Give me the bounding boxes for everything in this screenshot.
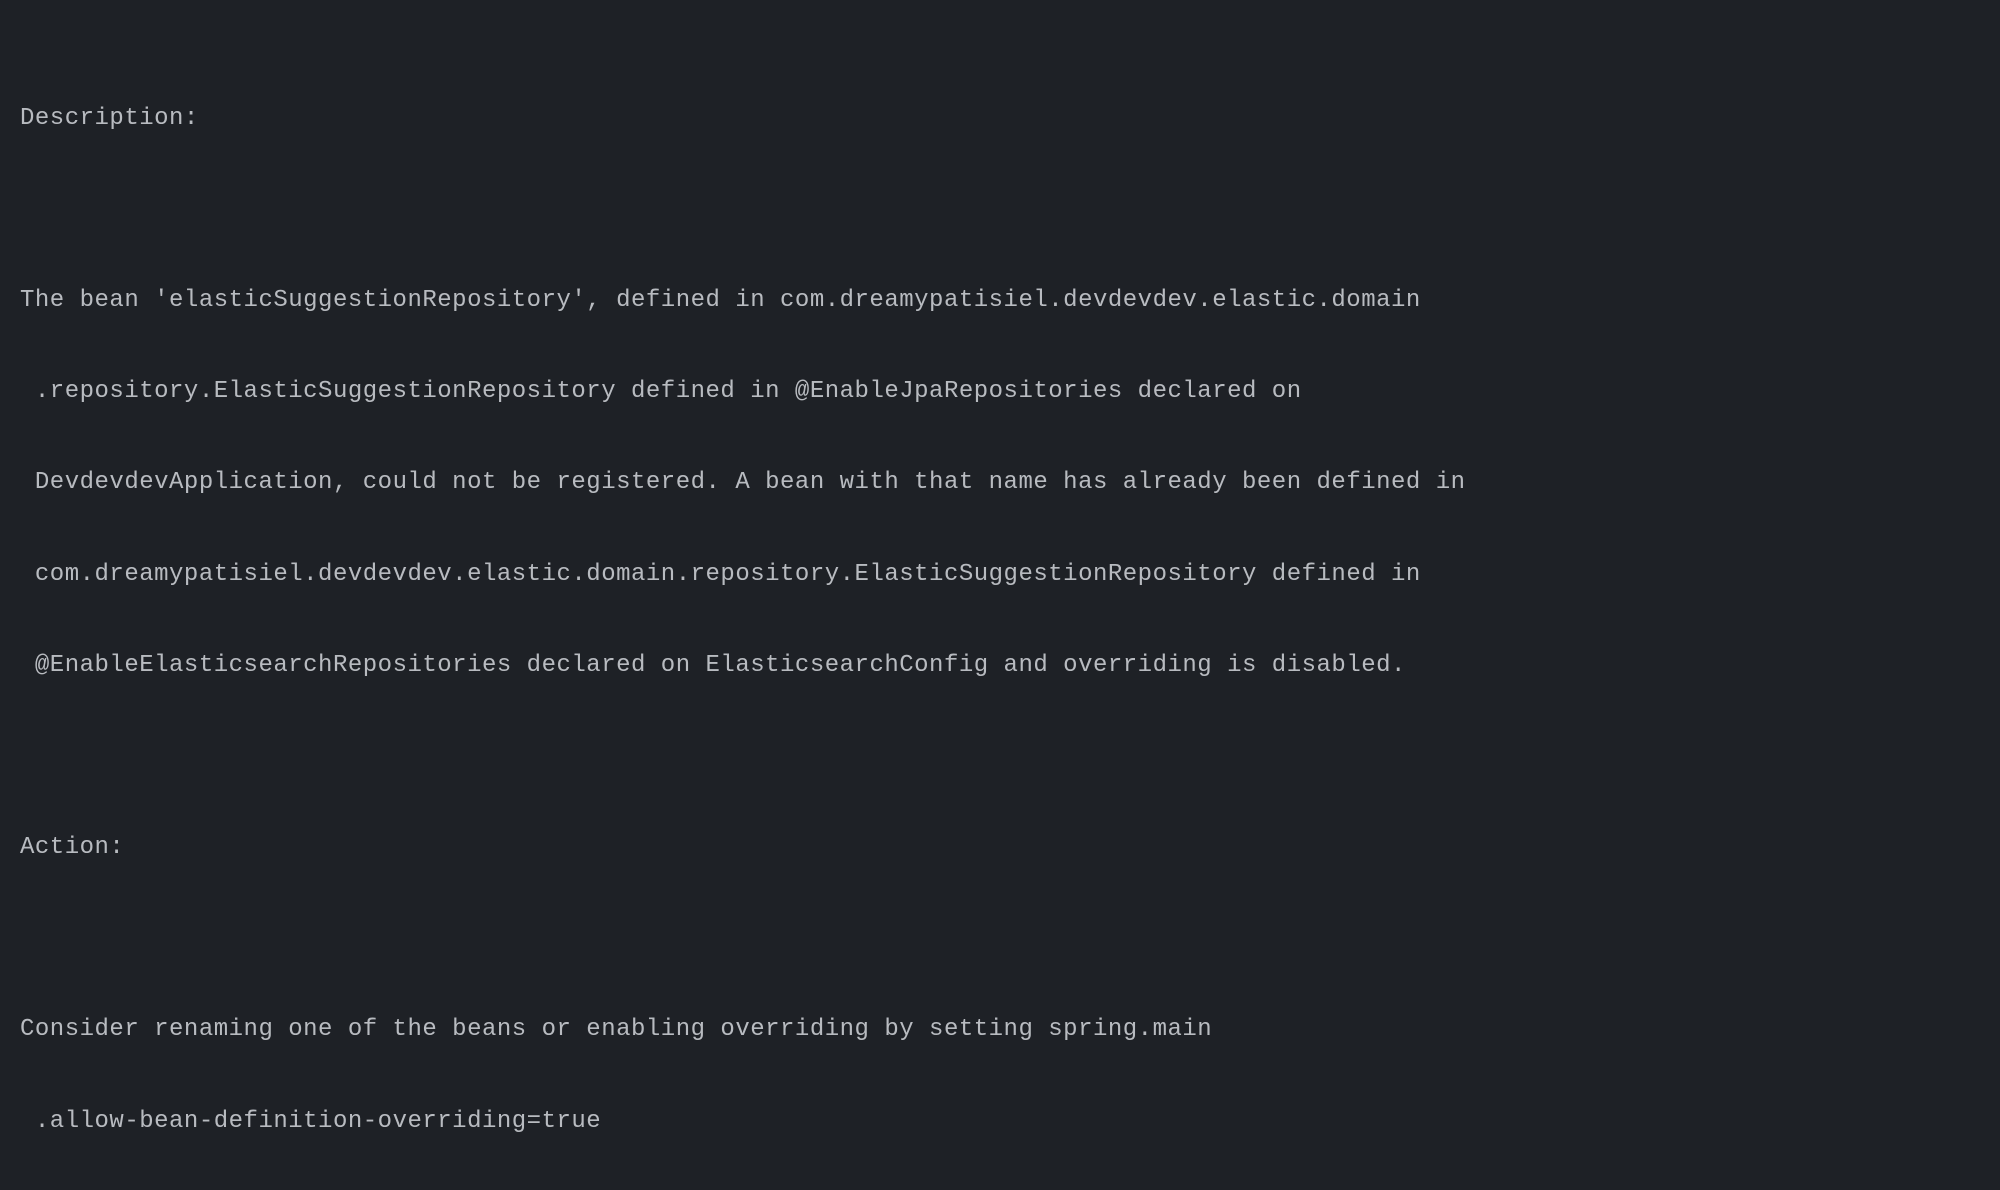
description-text-line-1: The bean 'elasticSuggestionRepository', … [20, 278, 1980, 324]
description-text-line-4: com.dreamypatisiel.devdevdev.elastic.dom… [20, 552, 1980, 598]
description-header: Description: [20, 96, 1980, 142]
blank-line [20, 916, 1980, 962]
console-output: Description: The bean 'elasticSuggestion… [20, 50, 1980, 1190]
action-header: Action: [20, 825, 1980, 871]
blank-line [20, 734, 1980, 780]
blank-line [20, 187, 1980, 233]
description-text-line-5: @EnableElasticsearchRepositories declare… [20, 643, 1980, 689]
description-text-line-3: DevdevdevApplication, could not be regis… [20, 460, 1980, 506]
action-text-line-2: .allow-bean-definition-overriding=true [20, 1099, 1980, 1145]
description-text-line-2: .repository.ElasticSuggestionRepository … [20, 369, 1980, 415]
action-text-line-1: Consider renaming one of the beans or en… [20, 1007, 1980, 1053]
